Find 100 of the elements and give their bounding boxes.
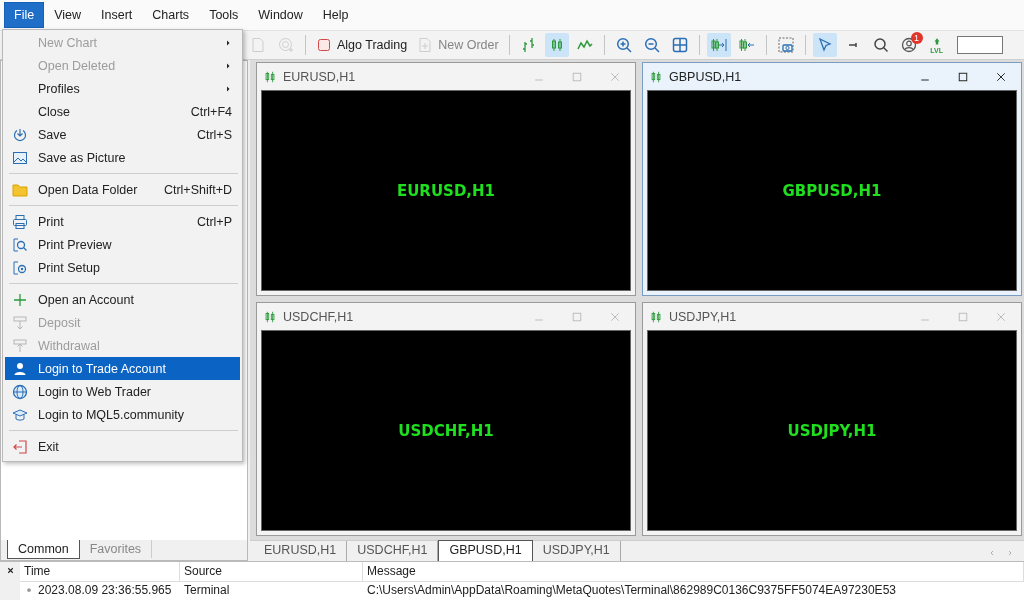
notification-badge: 1: [910, 32, 923, 44]
chart-title: EURUSD,H1: [283, 69, 357, 84]
exit-icon: [12, 438, 28, 455]
table-cell: 2023.08.09 23:36:55.965: [38, 583, 172, 597]
square-icon: [316, 37, 332, 53]
chart-tab[interactable]: GBPUSD,H1: [438, 540, 533, 561]
document-icon: [250, 37, 266, 53]
person-icon: [12, 360, 28, 377]
input-field[interactable]: [956, 36, 1003, 54]
bar-chart-icon: [520, 37, 537, 53]
chart-label: USDJPY,H1: [787, 421, 877, 440]
candles-arrow-left-icon: [738, 37, 755, 53]
graduation-cap-icon: [12, 406, 28, 423]
menu-item[interactable]: Print Preview: [5, 233, 240, 256]
column-header[interactable]: Source: [180, 562, 363, 582]
menu-item[interactable]: Window: [248, 2, 313, 28]
camera-icon: [777, 37, 794, 53]
shortcut-label: Ctrl+S: [196, 127, 232, 142]
menu-item[interactable]: Login to Web Trader: [5, 380, 240, 403]
menu-item-label: Login to MQL5.community: [38, 407, 185, 422]
menu-item-label: Login to Web Trader: [38, 384, 153, 399]
close-icon[interactable]: [5, 566, 15, 575]
close-icon[interactable]: [995, 70, 1007, 83]
circle-plus-icon: [278, 37, 294, 53]
chart-title: GBPUSD,H1: [669, 69, 743, 84]
square-button[interactable]: Algo Trading: [313, 33, 411, 57]
menu-item-label: Login to Trade Account: [38, 361, 167, 376]
zoom-out-icon: [643, 37, 660, 53]
candles-arrow-right-button[interactable]: [706, 33, 731, 57]
globe-icon: [12, 383, 28, 400]
chart-title: USDCHF,H1: [283, 309, 355, 324]
menu-item[interactable]: Login to Trade Account: [5, 357, 240, 380]
submenu-arrow-icon: [224, 61, 232, 70]
chart-label: GBPUSD,H1: [782, 181, 882, 200]
menu-item-label: Print Preview: [38, 237, 113, 252]
scroll-right-icon[interactable]: [1006, 549, 1014, 557]
menu-item[interactable]: Login to MQL5.community: [5, 403, 240, 426]
printer-icon: [12, 213, 28, 230]
menu-item-label: New Chart: [38, 35, 99, 50]
chart-label: USDCHF,H1: [398, 421, 494, 440]
table-cell: Terminal: [184, 583, 230, 597]
zoom-in-icon: [615, 37, 632, 53]
maximize-icon[interactable]: [957, 70, 969, 83]
menu-item[interactable]: File: [4, 2, 45, 28]
menu-item-label: Save as Picture: [38, 150, 127, 165]
document-plus-icon: [417, 37, 434, 53]
menu-item[interactable]: Close Ctrl+F4: [5, 100, 240, 123]
grid-icon: [671, 37, 688, 53]
candles-arrow-right-icon: [710, 37, 727, 53]
shortcut-label: Ctrl+Shift+D: [163, 182, 232, 197]
menu-item-label: Close: [38, 104, 71, 119]
menu-item-label: Deposit: [38, 315, 82, 330]
menu-item-label: Open an Account: [38, 292, 135, 307]
print-preview-icon: [12, 236, 28, 253]
download-circle-icon: [12, 126, 28, 143]
cursor-button[interactable]: [812, 33, 837, 57]
menu-item-label: Exit: [38, 439, 60, 454]
submenu-arrow-icon: [224, 38, 232, 47]
menu-item[interactable]: Save Ctrl+S: [5, 123, 240, 146]
candlestick-icon: [649, 309, 663, 324]
column-header[interactable]: Time: [20, 562, 180, 582]
cursor-icon: [816, 37, 833, 53]
menu-item[interactable]: Charts: [142, 2, 200, 28]
menu-item[interactable]: Tools: [199, 2, 249, 28]
menu-item-label: Print: [38, 214, 65, 229]
menu-item[interactable]: Open an Account: [5, 288, 240, 311]
search-icon: [872, 37, 889, 53]
log-icon: [24, 585, 34, 595]
scroll-left-icon[interactable]: [988, 549, 996, 557]
menu-item[interactable]: Exit: [5, 435, 240, 458]
menu-item-label: Print Setup: [38, 260, 101, 275]
person-circle-icon: [900, 37, 917, 53]
menu-item[interactable]: Save as Picture: [5, 146, 240, 169]
image-icon: [12, 149, 28, 166]
menu-item[interactable]: Help: [312, 2, 359, 28]
menu-item[interactable]: Profiles: [5, 77, 240, 100]
submenu-arrow-icon: [224, 84, 232, 93]
person-circle-button[interactable]: 1: [896, 33, 921, 57]
column-header[interactable]: Message: [363, 562, 1024, 582]
shortcut-label: Ctrl+F4: [190, 104, 232, 119]
folder-icon: [12, 181, 28, 198]
menu-item-label: Open Deleted: [38, 58, 117, 73]
shortcut-label: Ctrl+P: [196, 214, 232, 229]
menu-item[interactable]: Print Setup: [5, 256, 240, 279]
print-setup-icon: [12, 259, 28, 276]
candlestick-icon: [263, 69, 277, 84]
menu-item-label: Withdrawal: [38, 338, 101, 353]
menu-item[interactable]: Print Ctrl+P: [5, 210, 240, 233]
chart-title: USDJPY,H1: [669, 309, 738, 324]
navigator-tab[interactable]: Common: [7, 540, 80, 559]
menu-item-label: Open Data Folder: [38, 182, 139, 197]
menu-item[interactable]: Open Data Folder Ctrl+Shift+D: [5, 178, 240, 201]
candlestick-icon: [649, 69, 663, 84]
table-cell: C:\Users\Admin\AppData\Roaming\MetaQuotes\Terminal\862989C0136C9375FF5074EA97230E53: [367, 583, 896, 597]
menu-item-label: Profiles: [38, 81, 81, 96]
menu-item[interactable]: View: [44, 2, 92, 28]
chart-label: EURUSD,H1: [396, 181, 496, 200]
candlestick-button[interactable]: [544, 33, 569, 57]
menu-item-label: Save: [38, 127, 68, 142]
menu-item[interactable]: Insert: [91, 2, 143, 28]
